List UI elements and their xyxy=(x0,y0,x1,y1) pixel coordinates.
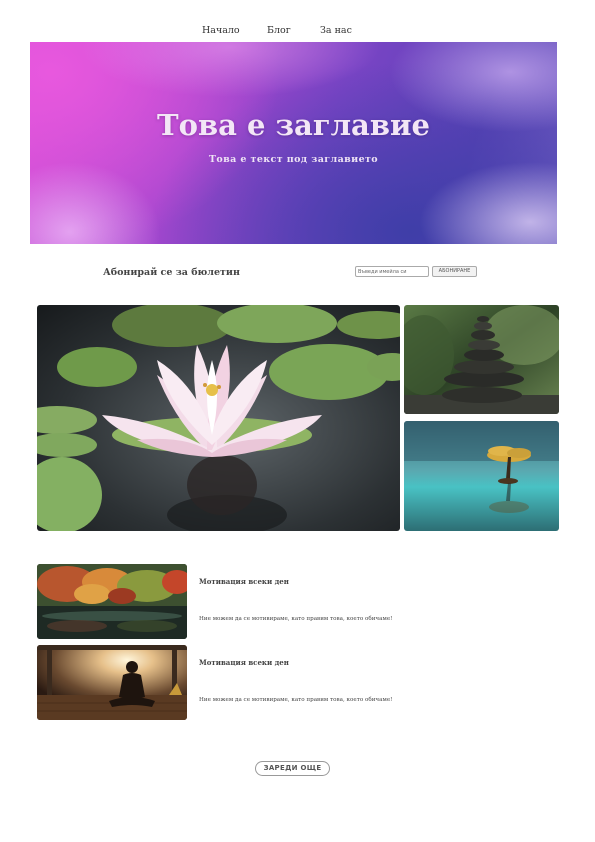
hero-banner: Това е заглавие Това е текст под заглави… xyxy=(30,42,557,244)
hero-subtitle: Това е текст под заглавието xyxy=(208,154,379,165)
stacked-stones-image xyxy=(404,305,559,414)
email-field[interactable] xyxy=(355,266,429,277)
autumn-forest-lake-image[interactable] xyxy=(37,564,187,639)
top-nav: Начало Блог За нас xyxy=(0,25,595,39)
subscribe-button[interactable]: АБОНИРАНЕ xyxy=(432,266,477,277)
lotus-flower-image xyxy=(37,305,400,531)
nav-link-blog[interactable]: Блог xyxy=(267,25,291,36)
load-more-button[interactable]: ЗАРЕДИ ОЩЕ xyxy=(255,761,330,776)
post-excerpt: Ние можем да се мотивираме, като правим … xyxy=(199,697,393,703)
nav-link-about[interactable]: За нас xyxy=(320,25,352,36)
nav-link-home[interactable]: Начало xyxy=(202,25,240,36)
tree-on-water-image xyxy=(404,421,559,531)
post-excerpt: Ние можем да се мотивираме, като правим … xyxy=(199,616,393,622)
post-title[interactable]: Мотивация всеки ден xyxy=(199,577,289,586)
newsletter-label: Абонирай се за бюлетин xyxy=(103,267,240,278)
hero-title: Това е заглавие xyxy=(157,108,430,142)
post-title[interactable]: Мотивация всеки ден xyxy=(199,658,289,667)
meditation-sunset-image[interactable] xyxy=(37,645,187,720)
